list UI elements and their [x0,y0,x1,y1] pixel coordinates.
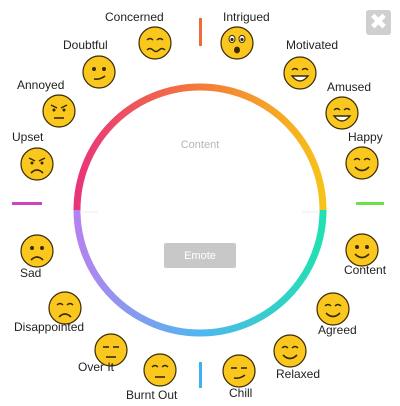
emotion-label: Happy [348,130,383,144]
relaxed-face-icon[interactable] [273,334,307,368]
sad-face-icon[interactable] [20,234,54,268]
emotion-picker: Content Emote ✖ Concerned Intrigued Motiva… [0,0,400,406]
emotion-label: Annoyed [17,78,65,92]
doubtful-face-icon[interactable] [82,55,116,89]
happy-face-icon[interactable] [345,146,379,180]
tick-left [12,202,42,205]
wheel-lower-arc [73,209,327,337]
concerned-face-icon[interactable] [138,26,172,60]
emotion-label: Relaxed [276,367,321,381]
emotion-label: Sad [20,266,42,280]
emotion-label: Content [344,263,387,277]
tick-bottom [199,362,202,388]
emotion-label: Intrigued [223,10,270,24]
burnt-out-face-icon[interactable] [143,353,177,387]
content-face-icon[interactable] [345,233,379,267]
emotion-label: Motivated [286,38,339,52]
tick-top [199,18,202,46]
emotion-label: Chill [229,386,253,400]
emotion-label: Burnt Out [126,388,178,402]
emotion-label: Doubtful [63,38,108,52]
emotion-label: Agreed [318,323,357,337]
agreed-face-icon[interactable] [316,292,350,326]
emotion-label: Amused [327,80,372,94]
intrigued-face-icon[interactable] [220,26,254,60]
amused-face-icon[interactable] [325,96,359,130]
annoyed-face-icon[interactable] [42,94,76,128]
chill-face-icon[interactable] [222,354,256,388]
tick-right [356,202,384,205]
motivated-face-icon[interactable] [283,56,317,90]
close-button[interactable]: ✖ [366,10,391,35]
emotion-wheel [73,83,327,337]
emotion-label: Over It [78,360,115,374]
emotion-label: Disappointed [14,320,85,334]
upset-face-icon[interactable] [20,147,54,181]
emote-button[interactable]: Emote [164,243,236,268]
emotion-label: Upset [12,130,44,144]
selected-emotion-label: Content [180,139,220,151]
emotion-label: Concerned [105,10,164,24]
